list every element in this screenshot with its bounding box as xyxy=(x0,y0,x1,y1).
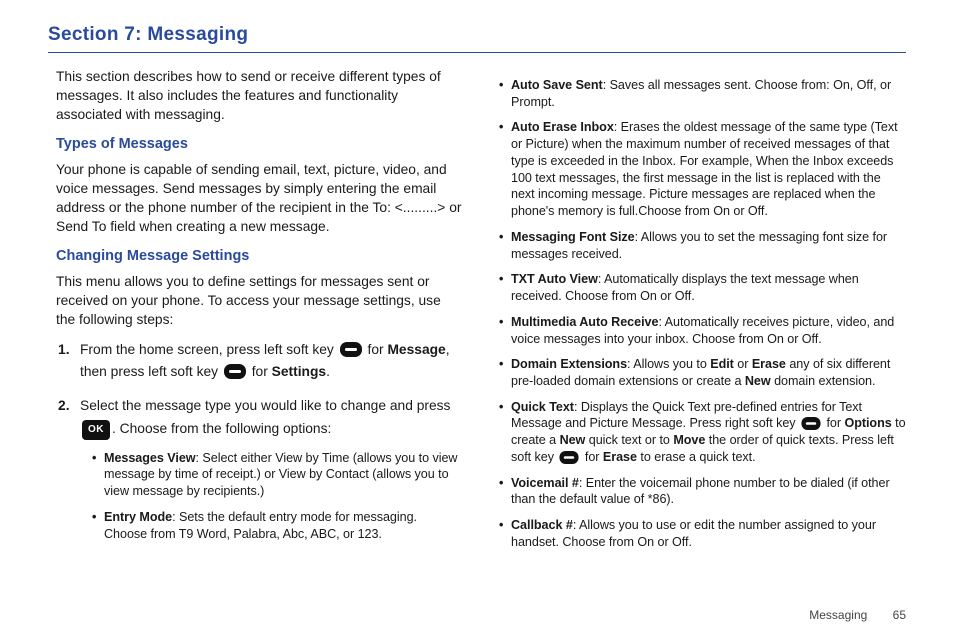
bold-erase: Erase xyxy=(603,450,637,464)
types-body: Your phone is capable of sending email, … xyxy=(56,160,463,236)
opt-domain-extensions: Domain Extensions: Allows you to Edit or… xyxy=(499,356,906,389)
left-softkey-icon xyxy=(340,342,362,357)
right-options-list: Auto Save Sent: Saves all messages sent.… xyxy=(499,77,906,551)
ok-key-icon: OK xyxy=(82,420,110,440)
bold-edit: Edit xyxy=(710,357,734,371)
page-footer: Messaging 65 xyxy=(809,608,906,622)
opt-title: Callback # xyxy=(511,518,573,532)
right-column: Auto Save Sent: Saves all messages sent.… xyxy=(499,67,906,560)
step1-text-b: for xyxy=(364,342,388,357)
opt-title: Messaging Font Size xyxy=(511,230,635,244)
opt-quick-text: Quick Text: Displays the Quick Text pre-… xyxy=(499,399,906,466)
footer-page-number: 65 xyxy=(893,608,906,622)
t: for xyxy=(581,450,602,464)
opt-title: Quick Text xyxy=(511,400,574,414)
opt-messages-view: Messages View: Select either View by Tim… xyxy=(92,450,463,500)
settings-heading: Changing Message Settings xyxy=(56,246,463,266)
t: for xyxy=(823,416,844,430)
bold-new: New xyxy=(745,374,771,388)
bold-options: Options xyxy=(844,416,891,430)
steps-list: From the home screen, press left soft ke… xyxy=(56,339,463,542)
opt-font-size: Messaging Font Size: Allows you to set t… xyxy=(499,229,906,262)
step1-bold-message: Message xyxy=(387,342,445,357)
footer-section-label: Messaging xyxy=(809,608,867,622)
opt-multimedia-auto-receive: Multimedia Auto Receive: Automatically r… xyxy=(499,314,906,347)
bold-erase: Erase xyxy=(752,357,786,371)
right-softkey-icon xyxy=(801,417,821,430)
opt-title: TXT Auto View xyxy=(511,272,598,286)
step1-text-a: From the home screen, press left soft ke… xyxy=(80,342,338,357)
content-columns: This section describes how to send or re… xyxy=(48,67,906,560)
left-column: This section describes how to send or re… xyxy=(48,67,463,560)
step2-text-a: Select the message type you would like t… xyxy=(80,398,450,413)
types-heading: Types of Messages xyxy=(56,134,463,154)
opt-title: Multimedia Auto Receive xyxy=(511,315,658,329)
left-softkey-icon xyxy=(559,451,579,464)
t: : Allows you to xyxy=(627,357,710,371)
step-1: From the home screen, press left soft ke… xyxy=(80,339,463,383)
section-title: Section 7: Messaging xyxy=(48,24,906,53)
settings-intro: This menu allows you to define settings … xyxy=(56,272,463,329)
opt-desc: : Erases the oldest message of the same … xyxy=(511,120,898,218)
opt-txt-auto-view: TXT Auto View: Automatically displays th… xyxy=(499,271,906,304)
left-softkey-icon xyxy=(224,364,246,379)
step1-text-e: for xyxy=(248,364,272,379)
opt-auto-save-sent: Auto Save Sent: Saves all messages sent.… xyxy=(499,77,906,110)
opt-title: Entry Mode xyxy=(104,510,172,524)
step1-bold-settings: Settings xyxy=(272,364,326,379)
step2-text-b: . Choose from the following options: xyxy=(112,421,331,436)
t: domain extension. xyxy=(771,374,876,388)
opt-title: Auto Save Sent xyxy=(511,78,603,92)
opt-title: Auto Erase Inbox xyxy=(511,120,614,134)
bold-new: New xyxy=(560,433,586,447)
step1-text-g: . xyxy=(326,364,330,379)
t: or xyxy=(734,357,752,371)
opt-voicemail: Voicemail #: Enter the voicemail phone n… xyxy=(499,475,906,508)
opt-entry-mode: Entry Mode: Sets the default entry mode … xyxy=(92,509,463,542)
opt-title: Domain Extensions xyxy=(511,357,627,371)
intro-paragraph: This section describes how to send or re… xyxy=(56,67,463,124)
opt-auto-erase-inbox: Auto Erase Inbox: Erases the oldest mess… xyxy=(499,119,906,219)
opt-title: Voicemail # xyxy=(511,476,579,490)
opt-callback: Callback #: Allows you to use or edit th… xyxy=(499,517,906,550)
step-2: Select the message type you would like t… xyxy=(80,395,463,542)
bold-move: Move xyxy=(673,433,705,447)
t: to erase a quick text. xyxy=(637,450,756,464)
opt-title: Messages View xyxy=(104,451,196,465)
left-options-list: Messages View: Select either View by Tim… xyxy=(80,450,463,543)
t: quick text or to xyxy=(585,433,673,447)
